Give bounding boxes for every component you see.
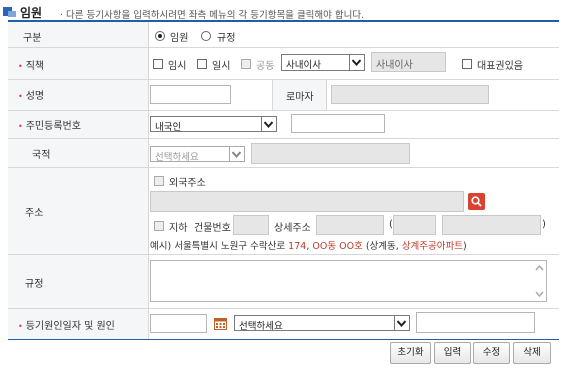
table-bottom-rule [8, 339, 559, 340]
foreign-address-label: 외국주소 [169, 178, 206, 189]
label-column-divider [148, 22, 149, 340]
address-label: 주소 [25, 208, 44, 219]
position-select[interactable]: 사내이사 [281, 54, 365, 71]
nationality-label: 국적 [32, 150, 51, 161]
row-divider [8, 167, 559, 168]
reg-date-label: • 등기원인일자 및 원인 [18, 321, 115, 332]
reg-date-input[interactable] [150, 314, 207, 333]
nationality-input[interactable] [251, 143, 410, 164]
address-search-button[interactable] [468, 193, 485, 210]
building-no-label: 건물번호 [194, 223, 231, 234]
row-divider [8, 254, 559, 255]
roman-name-input[interactable] [331, 85, 489, 104]
representative-checkbox[interactable] [462, 59, 472, 69]
basement-label: 지하 [169, 223, 188, 234]
paren-close: ) [542, 219, 546, 230]
roman-name-label: 로마자 [286, 92, 314, 103]
reset-button[interactable]: 초기화 [390, 342, 431, 364]
position-label: • 직책 [18, 61, 45, 72]
address-example: 예시) 서울특별시 노원구 수락산로 174, OO동 OO호 (상계동, 상계… [150, 241, 467, 252]
input-button[interactable]: 입력 [434, 342, 471, 364]
gubun-label: 구분 [23, 33, 42, 44]
rule-label: 규정 [25, 279, 44, 290]
chevron-down-icon [229, 147, 244, 161]
rrn-input[interactable] [291, 114, 385, 133]
position-temporary-checkbox[interactable] [153, 59, 163, 69]
position-onetime-label: 일시 [212, 61, 231, 72]
dong-input[interactable] [393, 215, 436, 235]
position-joint-checkbox[interactable] [241, 59, 251, 69]
page-title: 임원 [20, 6, 43, 20]
detail-address-label: 상세주소 [274, 223, 311, 234]
row-divider [8, 308, 559, 309]
required-marker: • [18, 322, 23, 331]
chevron-down-icon [394, 316, 409, 330]
gubun-radio-rule-label: 규정 [217, 33, 236, 44]
foreign-address-checkbox[interactable] [154, 176, 164, 186]
chevron-down-icon [349, 55, 364, 70]
chevron-down-icon [261, 117, 276, 131]
required-marker: • [18, 62, 23, 71]
required-marker: • [18, 122, 23, 131]
position-temporary-label: 임시 [168, 61, 187, 72]
position-readonly-field: 사내이사 [371, 52, 446, 72]
building-name-input[interactable] [442, 215, 541, 235]
calendar-button[interactable] [214, 317, 227, 330]
calendar-icon [214, 318, 227, 330]
building-no-input[interactable] [233, 215, 269, 235]
modify-button[interactable]: 수정 [473, 342, 510, 364]
position-onetime-checkbox[interactable] [197, 59, 207, 69]
delete-button[interactable]: 삭제 [513, 342, 551, 364]
search-icon [471, 196, 482, 207]
row-inner-divider [326, 80, 327, 110]
basement-checkbox[interactable] [154, 221, 164, 231]
section-marker-icon [3, 7, 16, 17]
scroll-arrows-icon [535, 264, 544, 298]
rrn-label: • 주민등록번호 [18, 121, 81, 132]
page-description: · 다른 등기사항을 입력하시려면 좌측 메뉴의 각 등기항목을 클릭해야 합니… [60, 10, 365, 21]
position-joint-label: 공동 [256, 61, 275, 72]
rule-scrollbar[interactable] [533, 261, 546, 301]
required-marker: • [18, 92, 23, 101]
row-divider [8, 47, 559, 48]
row-divider [8, 138, 559, 139]
gubun-radio-rule[interactable] [201, 31, 211, 41]
detail-address-input[interactable] [316, 215, 384, 235]
name-input[interactable] [150, 85, 231, 104]
gubun-radio-officer-label: 임원 [170, 33, 189, 44]
resident-type-select[interactable]: 내국인 [150, 116, 277, 133]
gubun-radio-officer[interactable] [155, 31, 165, 41]
reg-reason-input[interactable] [416, 312, 535, 333]
nationality-select[interactable]: 선택하세요 [150, 146, 245, 163]
reg-reason-select[interactable]: 선택하세요 [234, 315, 410, 332]
representative-label: 대표권있음 [477, 61, 523, 72]
address-main-input[interactable] [150, 191, 464, 212]
name-label: • 성명 [18, 91, 45, 102]
row-divider [8, 110, 559, 111]
rule-textarea[interactable] [150, 260, 547, 302]
